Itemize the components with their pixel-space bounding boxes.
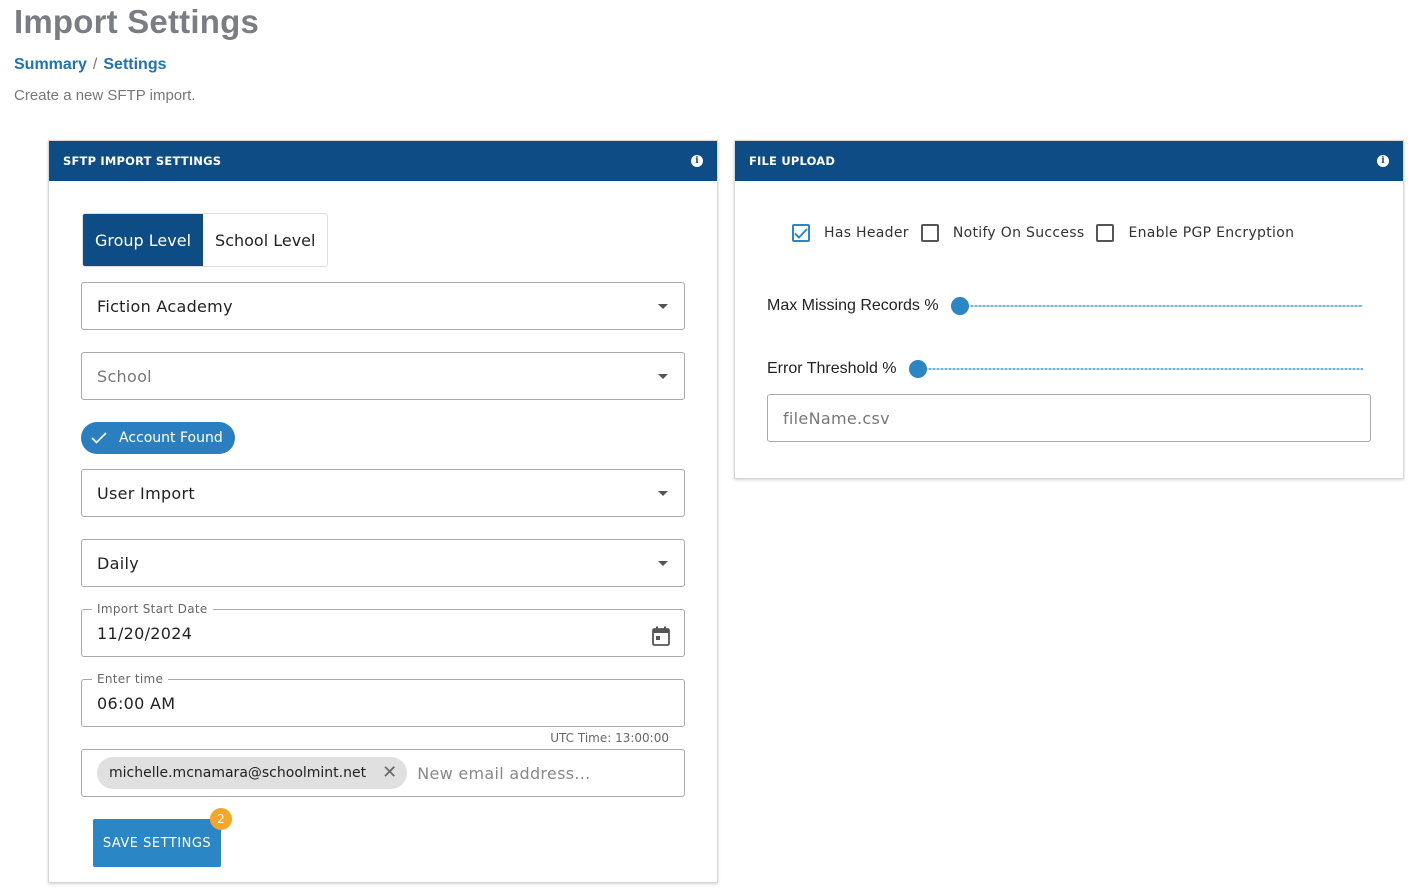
time-field[interactable]: Enter time 06:00 AM bbox=[81, 672, 685, 727]
account-found-label: Account Found bbox=[119, 430, 223, 446]
file-card-header: FILE UPLOAD i bbox=[735, 141, 1403, 181]
check-icon bbox=[794, 227, 808, 239]
school-level-toggle[interactable]: School Level bbox=[203, 214, 328, 266]
import-start-date-label: Import Start Date bbox=[92, 602, 213, 616]
sftp-card-header: SFTP IMPORT SETTINGS i bbox=[49, 141, 717, 181]
breadcrumb-summary-link[interactable]: Summary bbox=[14, 56, 87, 73]
close-icon[interactable]: ✕ bbox=[382, 764, 397, 782]
error-threshold-slider[interactable] bbox=[908, 360, 1363, 378]
school-select[interactable]: School bbox=[81, 352, 685, 400]
school-select-placeholder: School bbox=[97, 366, 152, 386]
info-icon[interactable]: i bbox=[691, 155, 703, 167]
caret-down-icon bbox=[658, 491, 668, 496]
file-card-title: FILE UPLOAD bbox=[749, 154, 836, 168]
slider-thumb[interactable] bbox=[950, 297, 969, 315]
calendar-icon[interactable] bbox=[652, 626, 670, 646]
max-missing-records-row: Max Missing Records % bbox=[767, 297, 1363, 315]
sftp-import-settings-card: SFTP IMPORT SETTINGS i Group Level Schoo… bbox=[48, 140, 718, 883]
notify-on-success-label: Notify On Success bbox=[952, 225, 1085, 241]
file-upload-card: FILE UPLOAD i Has Header Notify On Succe… bbox=[734, 140, 1404, 479]
import-start-date-value: 11/20/2024 bbox=[97, 623, 193, 643]
frequency-select[interactable]: Daily bbox=[81, 539, 685, 587]
file-options-row: Has Header Notify On Success Enable PGP … bbox=[792, 224, 1306, 242]
caret-down-icon bbox=[658, 304, 668, 309]
breadcrumb-settings-link[interactable]: Settings bbox=[103, 56, 166, 73]
has-header-checkbox[interactable] bbox=[792, 224, 810, 242]
save-badge: 2 bbox=[210, 808, 232, 830]
error-threshold-label: Error Threshold % bbox=[767, 360, 897, 377]
email-chip-label: michelle.mcnamara@schoolmint.net bbox=[109, 765, 367, 781]
sftp-card-title: SFTP IMPORT SETTINGS bbox=[63, 154, 222, 168]
check-icon bbox=[91, 432, 107, 444]
enable-pgp-encryption-label: Enable PGP Encryption bbox=[1128, 225, 1295, 241]
import-start-date-field[interactable]: Import Start Date 11/20/2024 bbox=[81, 602, 685, 657]
max-missing-records-label: Max Missing Records % bbox=[767, 297, 939, 314]
import-type-value: User Import bbox=[97, 483, 195, 503]
page-title: Import Settings bbox=[14, 3, 260, 40]
time-value: 06:00 AM bbox=[97, 693, 176, 713]
account-found-chip: Account Found bbox=[81, 422, 235, 454]
caret-down-icon bbox=[658, 374, 668, 379]
utc-time-text: UTC Time: 13:00:00 bbox=[550, 731, 669, 745]
max-missing-records-slider[interactable] bbox=[950, 297, 1363, 315]
file-name-field[interactable] bbox=[767, 394, 1371, 442]
breadcrumb-separator: / bbox=[92, 56, 98, 73]
breadcrumb: Summary / Settings bbox=[14, 56, 167, 74]
save-settings-button[interactable]: SAVE SETTINGS bbox=[93, 819, 221, 867]
time-label: Enter time bbox=[92, 672, 169, 686]
slider-track-line bbox=[908, 368, 1363, 370]
email-chip: michelle.mcnamara@schoolmint.net ✕ bbox=[97, 757, 408, 789]
notify-on-success-checkbox[interactable] bbox=[920, 224, 939, 242]
import-type-select[interactable]: User Import bbox=[81, 469, 685, 517]
error-threshold-row: Error Threshold % bbox=[767, 360, 1363, 378]
caret-down-icon bbox=[658, 561, 668, 566]
file-name-input[interactable] bbox=[783, 408, 1355, 428]
frequency-value: Daily bbox=[97, 553, 139, 573]
has-header-label: Has Header bbox=[824, 225, 909, 241]
group-select[interactable]: Fiction Academy bbox=[81, 282, 685, 330]
page-subtitle: Create a new SFTP import. bbox=[14, 87, 196, 104]
level-toggle-group: Group Level School Level bbox=[82, 213, 329, 267]
group-level-toggle[interactable]: Group Level bbox=[83, 214, 204, 266]
slider-thumb[interactable] bbox=[908, 360, 927, 378]
email-recipients-field[interactable]: michelle.mcnamara@schoolmint.net ✕ bbox=[81, 749, 685, 797]
group-select-value: Fiction Academy bbox=[97, 296, 233, 316]
new-email-input[interactable] bbox=[417, 763, 658, 783]
enable-pgp-encryption-checkbox[interactable] bbox=[1096, 224, 1115, 242]
info-icon[interactable]: i bbox=[1377, 155, 1389, 167]
slider-track-line bbox=[950, 305, 1363, 307]
